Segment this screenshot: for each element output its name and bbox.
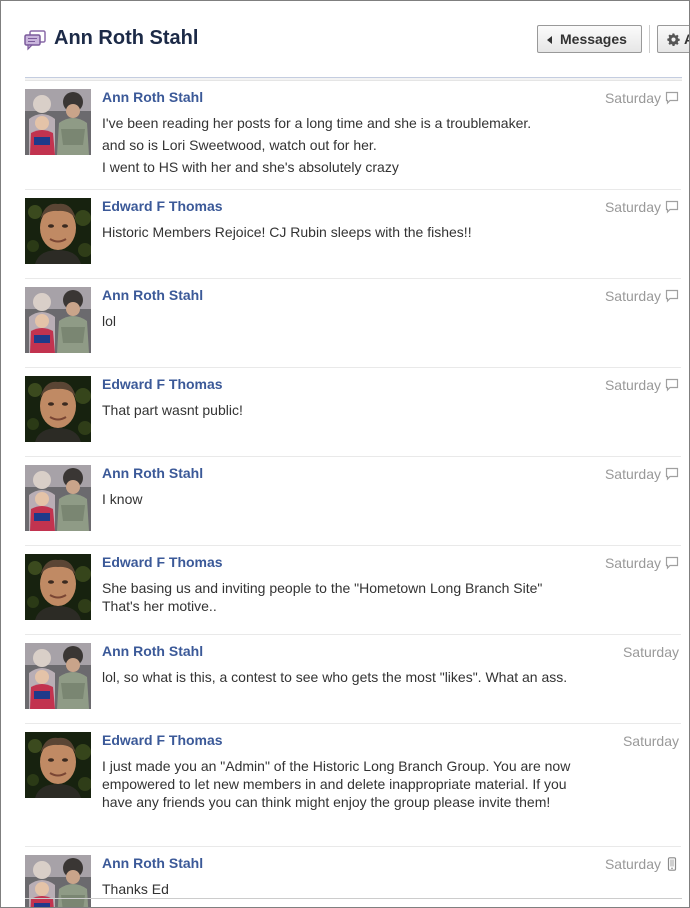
message-row: Edward F Thomas Saturday Historic Members … (25, 190, 681, 279)
sender-name[interactable]: Ann Roth Stahl (102, 287, 203, 303)
sender-name[interactable]: Ann Roth Stahl (102, 855, 203, 871)
message-row: Ann Roth Stahl Saturday I've been reading … (25, 81, 681, 190)
message-text: Thanks Ed (102, 881, 169, 897)
message-body: I just made you an "Admin" of the Histor… (102, 757, 572, 811)
message-timestamp: Saturday (604, 377, 661, 393)
chat-source-icon (665, 91, 679, 105)
sender-name[interactable]: Ann Roth Stahl (102, 643, 203, 659)
chat-source-icon (665, 467, 679, 481)
mobile-source-icon (667, 857, 677, 871)
message-timestamp: Saturday (622, 733, 679, 749)
message-body: Historic Members Rejoice! CJ Rubin sleep… (102, 223, 572, 241)
avatar[interactable] (25, 855, 91, 907)
message-timestamp: Saturday (604, 555, 661, 571)
message-timestamp: Saturday (604, 199, 661, 215)
chat-source-icon (665, 556, 679, 570)
message-body: I've been reading her posts for a long t… (102, 114, 572, 176)
message-body: Thanks Ed (102, 880, 572, 898)
message-body: I know (102, 490, 572, 508)
sender-name[interactable]: Edward F Thomas (102, 198, 223, 214)
messages-button-label: Messages (560, 31, 627, 47)
back-arrow-icon (547, 36, 552, 44)
avatar[interactable] (25, 89, 91, 155)
conversation-title: Ann Roth Stahl (54, 27, 199, 49)
avatar[interactable] (25, 287, 91, 353)
message-text: and so is Lori Sweetwood, watch out for … (102, 137, 377, 153)
message-body: lol (102, 312, 572, 330)
actions-button[interactable]: A (657, 25, 689, 53)
message-timestamp: Saturday (622, 644, 679, 660)
sender-name[interactable]: Edward F Thomas (102, 376, 223, 392)
message-row: Edward F Thomas Saturday She basing us and… (25, 546, 681, 635)
messages-button[interactable]: Messages (537, 25, 642, 53)
composer-divider (25, 898, 682, 899)
message-text: I've been reading her posts for a long t… (102, 115, 532, 131)
message-text: That part wasnt public! (102, 402, 243, 418)
avatar[interactable] (25, 198, 91, 264)
conversation-window: Ann Roth Stahl Messages A Ann Roth Stahl… (0, 0, 690, 908)
sender-name[interactable]: Ann Roth Stahl (102, 465, 203, 481)
gear-icon (667, 33, 680, 46)
message-row: Edward F Thomas Saturday That part wasnt p… (25, 368, 681, 457)
sender-name[interactable]: Edward F Thomas (102, 732, 223, 748)
chat-source-icon (665, 378, 679, 392)
avatar[interactable] (25, 554, 91, 620)
message-list: Ann Roth Stahl Saturday I've been reading … (1, 81, 689, 907)
message-timestamp: Saturday (604, 288, 661, 304)
message-body: lol, so what is this, a contest to see w… (102, 668, 572, 686)
message-timestamp: Saturday (604, 90, 661, 106)
message-text: lol (102, 313, 117, 329)
messages-icon (24, 30, 46, 51)
message-row: Ann Roth Stahl Saturday I know (25, 457, 681, 546)
message-text: lol, so what is this, a contest to see w… (102, 669, 568, 685)
message-timestamp: Saturday (604, 466, 661, 482)
message-row: Edward F Thomas Saturday I just made you a… (25, 724, 681, 847)
message-text: Historic Members Rejoice! CJ Rubin sleep… (102, 224, 472, 240)
avatar[interactable] (25, 732, 91, 798)
message-row: Ann Roth Stahl Saturday lol, so what is th… (25, 635, 681, 724)
sender-name[interactable]: Ann Roth Stahl (102, 89, 203, 105)
message-text: I know (102, 491, 143, 507)
message-row: Ann Roth Stahl Saturday lol (25, 279, 681, 368)
message-text: She basing us and inviting people to the… (102, 580, 543, 614)
message-text: I went to HS with her and she's absolute… (102, 159, 399, 175)
chat-source-icon (665, 289, 679, 303)
avatar[interactable] (25, 376, 91, 442)
chat-source-icon (665, 200, 679, 214)
actions-button-label: A (684, 31, 689, 47)
sender-name[interactable]: Edward F Thomas (102, 554, 223, 570)
message-text: I just made you an "Admin" of the Histor… (102, 758, 571, 810)
toolbar-divider (649, 25, 650, 53)
avatar[interactable] (25, 643, 91, 709)
conversation-header: Ann Roth Stahl Messages A (1, 1, 689, 77)
message-body: She basing us and inviting people to the… (102, 579, 572, 615)
message-timestamp: Saturday (604, 856, 661, 872)
message-body: That part wasnt public! (102, 401, 572, 419)
avatar[interactable] (25, 465, 91, 531)
